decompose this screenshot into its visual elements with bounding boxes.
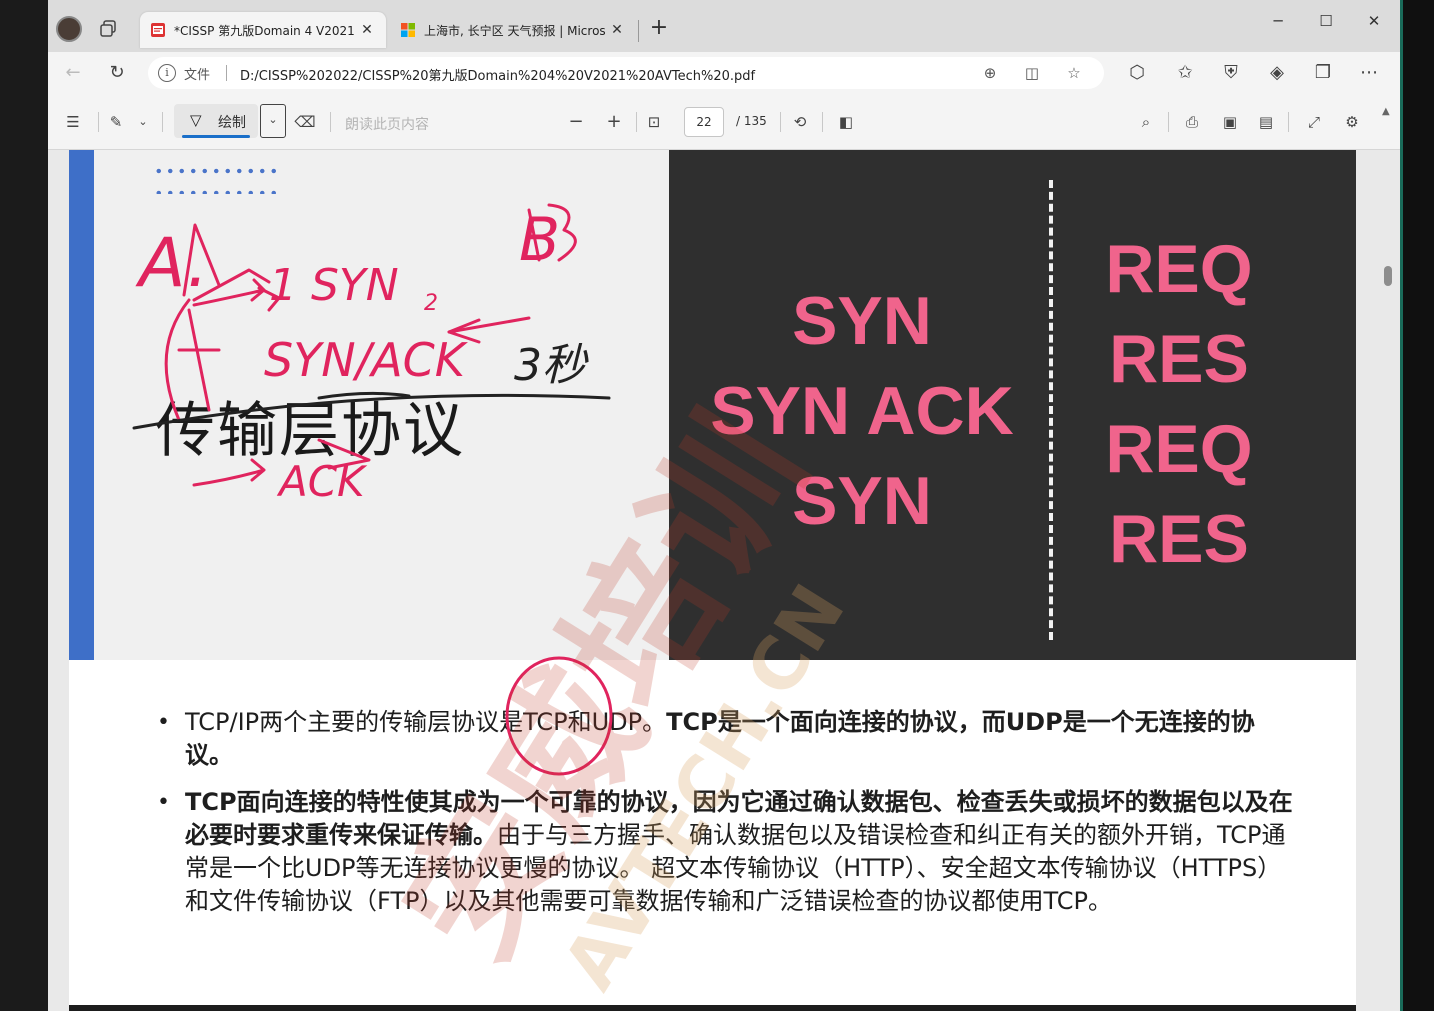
navigation-bar: ← ↻ i 文件 D:/CISSP%202022/CISSP%20第九版Doma… bbox=[48, 52, 1400, 94]
profile-avatar[interactable] bbox=[56, 16, 82, 42]
req-res-item: RES bbox=[1109, 501, 1249, 577]
tab-weather[interactable]: 上海市, 长宁区 天气预报 | Micros ✕ bbox=[390, 12, 636, 48]
microsoft-icon bbox=[401, 23, 415, 37]
desktop-background-right bbox=[1400, 0, 1434, 1011]
maximize-button[interactable]: ☐ bbox=[1304, 12, 1348, 30]
save-icon[interactable]: ▣ bbox=[1218, 110, 1242, 134]
fit-to-width-icon[interactable]: ⊡ bbox=[642, 110, 666, 134]
file-label: 文件 bbox=[184, 68, 211, 83]
fullscreen-icon[interactable]: ⤢ bbox=[1302, 110, 1326, 134]
highlight-dropdown-icon[interactable]: ⌄ bbox=[134, 110, 152, 134]
bullet-normal-text: TCP/IP两个主要的传输层协议是TCP和UDP。 bbox=[185, 708, 667, 736]
extensions-icon[interactable]: ⬡ bbox=[1124, 61, 1150, 85]
read-aloud-button[interactable]: 朗读此页内容 bbox=[345, 114, 429, 134]
more-options-icon[interactable]: ⋯ bbox=[1356, 61, 1382, 85]
split-screen-icon[interactable]: ◫ bbox=[1022, 63, 1042, 83]
vertical-scrollbar[interactable]: ▲ bbox=[1376, 106, 1400, 1011]
slide-left-panel: 传输层协议 bbox=[69, 150, 669, 660]
zoom-in-button[interactable]: + bbox=[602, 110, 626, 134]
req-res-item: REQ bbox=[1105, 411, 1253, 487]
eraser-icon[interactable]: ⌫ bbox=[292, 110, 318, 134]
slide-right-panel: SYN SYN ACK SYN REQ RES REQ RES bbox=[669, 150, 1356, 660]
page-total: / 135 bbox=[736, 114, 767, 128]
tab-title: 上海市, 长宁区 天气预报 | Micros bbox=[424, 23, 606, 38]
print-icon[interactable]: ⎙ bbox=[1180, 110, 1204, 134]
new-tab-button[interactable]: + bbox=[646, 15, 672, 40]
req-res-list: REQ RES REQ RES bbox=[1089, 224, 1269, 584]
page-view-icon[interactable]: ◧ bbox=[834, 110, 858, 134]
tab-strip: *CISSP 第九版Domain 4 V2021 AV ✕ 上海市, 长宁区 天… bbox=[48, 0, 1400, 52]
tab-title: *CISSP 第九版Domain 4 V2021 AV bbox=[174, 23, 358, 38]
tab-cissp-pdf[interactable]: *CISSP 第九版Domain 4 V2021 AV ✕ bbox=[140, 12, 386, 48]
slide-title: 传输层协议 bbox=[155, 396, 465, 466]
draw-dropdown-button[interactable]: ⌄ bbox=[260, 104, 286, 138]
address-bar[interactable]: i 文件 D:/CISSP%202022/CISSP%20第九版Domain%2… bbox=[148, 57, 1104, 89]
req-res-item: RES bbox=[1109, 321, 1249, 397]
dot-pattern bbox=[153, 160, 283, 194]
zoom-out-button[interactable]: − bbox=[564, 110, 588, 134]
favorite-star-icon[interactable]: ☆ bbox=[1064, 63, 1084, 83]
page-number-input[interactable]: 22 bbox=[684, 107, 724, 137]
collections-icon[interactable]: ❐ bbox=[1310, 61, 1336, 85]
save-as-icon[interactable]: ▤ bbox=[1254, 110, 1278, 134]
rotate-icon[interactable]: ⟲ bbox=[788, 110, 812, 134]
highlight-icon[interactable]: ✎ bbox=[104, 110, 128, 134]
url-text[interactable]: D:/CISSP%202022/CISSP%20第九版Domain%204%20… bbox=[240, 65, 755, 84]
pdf-page: 传输层协议 SYN SYN ACK SYN REQ RES REQ RES TC… bbox=[69, 150, 1356, 1011]
page-bottom-rule bbox=[69, 1005, 1356, 1011]
minimize-button[interactable]: ─ bbox=[1256, 12, 1300, 30]
table-of-contents-icon[interactable]: ☰ bbox=[60, 110, 86, 134]
close-tab-icon[interactable]: ✕ bbox=[358, 22, 376, 38]
refresh-button[interactable]: ↻ bbox=[104, 61, 130, 85]
close-window-button[interactable]: ✕ bbox=[1352, 12, 1396, 30]
workspaces-icon[interactable] bbox=[98, 19, 118, 39]
draw-pen-icon: ▽ bbox=[190, 111, 202, 129]
slide-accent-bar bbox=[69, 150, 94, 660]
handshake-item: SYN bbox=[792, 463, 932, 539]
draw-label: 绘制 bbox=[218, 115, 246, 131]
zoom-icon[interactable]: ⊕ bbox=[980, 63, 1000, 83]
bullet-item: TCP/IP两个主要的传输层协议是TCP和UDP。TCP是一个面向连接的协议，而… bbox=[157, 706, 1297, 772]
bullet-list: TCP/IP两个主要的传输层协议是TCP和UDP。TCP是一个面向连接的协议，而… bbox=[157, 706, 1297, 932]
info-icon[interactable]: i bbox=[158, 64, 176, 82]
search-icon[interactable]: ⌕ bbox=[1134, 110, 1158, 134]
copilot-icon[interactable]: ◈ bbox=[1264, 61, 1290, 85]
pdf-icon bbox=[151, 23, 165, 37]
handshake-item: SYN ACK bbox=[710, 373, 1014, 449]
handshake-item: SYN bbox=[792, 283, 932, 359]
req-res-item: REQ bbox=[1105, 231, 1253, 307]
draw-button[interactable]: ▽ 绘制 bbox=[174, 104, 258, 138]
pdf-toolbar: ☰ ✎ ⌄ ▽ 绘制 ⌄ ⌫ 朗读此页内容 − + ⊡ 22 / 135 ⟲ ◧… bbox=[48, 94, 1400, 150]
settings-gear-icon[interactable]: ⚙ bbox=[1340, 110, 1364, 134]
scroll-up-icon[interactable]: ▲ bbox=[1382, 106, 1390, 117]
dashed-divider bbox=[1049, 180, 1053, 640]
browser-window: *CISSP 第九版Domain 4 V2021 AV ✕ 上海市, 长宁区 天… bbox=[48, 0, 1400, 1011]
bullet-item: TCP面向连接的特性使其成为一个可靠的协议，因为它通过确认数据包、检查丢失或损坏… bbox=[157, 786, 1297, 918]
scroll-thumb[interactable] bbox=[1384, 266, 1392, 286]
handshake-list: SYN SYN ACK SYN bbox=[699, 276, 1025, 546]
back-button[interactable]: ← bbox=[60, 61, 86, 85]
desktop-background-left bbox=[0, 0, 48, 1011]
favorites-icon[interactable]: ✩ bbox=[1172, 61, 1198, 85]
close-tab-icon[interactable]: ✕ bbox=[608, 22, 626, 38]
tab-separator bbox=[638, 20, 639, 42]
browser-essentials-icon[interactable]: ⛨ bbox=[1218, 61, 1244, 85]
